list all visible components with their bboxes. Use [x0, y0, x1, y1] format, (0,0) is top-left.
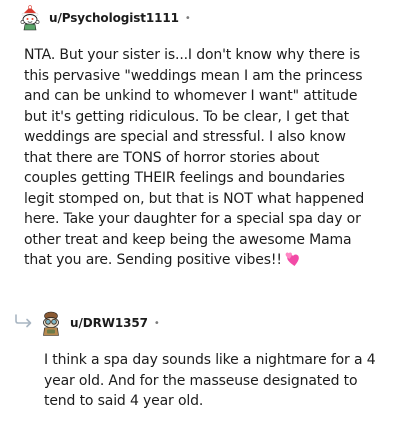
comment-body: I think a spa day sounds like a nightmar… [44, 352, 376, 409]
comment-author[interactable]: u/Psychologist1111 [49, 11, 179, 25]
separator-dot: • [153, 317, 160, 329]
snoo-avatar-icon[interactable] [17, 5, 43, 31]
comment-body: NTA. But your sister is...I don't know w… [24, 45, 376, 271]
snoo-avatar-icon[interactable] [38, 310, 64, 336]
comment-header: u/DRW1357 • [38, 306, 160, 340]
separator-dot: • [184, 12, 191, 24]
comment-header: u/Psychologist1111 • [0, 1, 400, 35]
two-hearts-emoji-icon [285, 252, 299, 266]
comment-body-text: NTA. But your sister is...I don't know w… [24, 47, 365, 268]
comment-author[interactable]: u/DRW1357 [70, 316, 148, 330]
reply-arrow-icon [15, 314, 32, 328]
comment: u/Psychologist1111 • NTA. But your siste… [0, 0, 400, 268]
